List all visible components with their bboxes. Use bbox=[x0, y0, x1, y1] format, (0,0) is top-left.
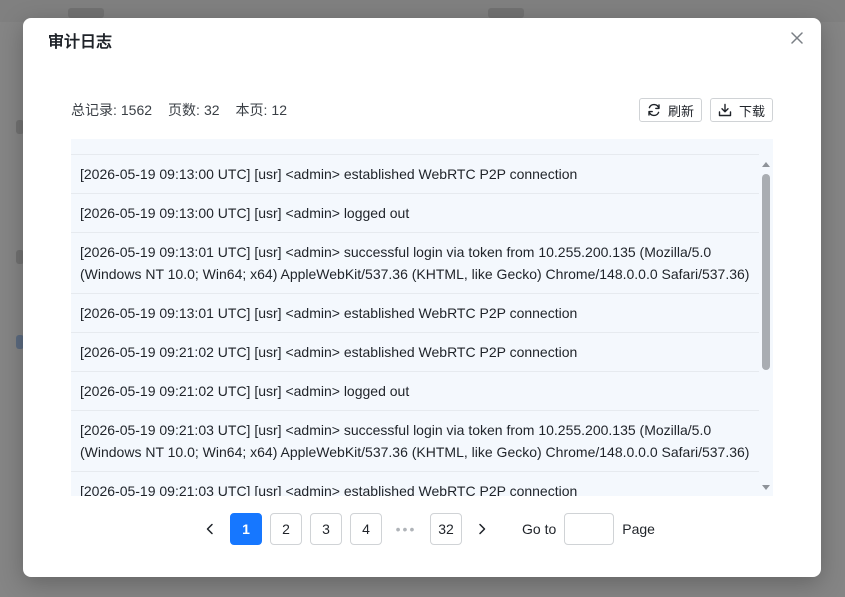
page-button-last[interactable]: 32 bbox=[430, 513, 462, 545]
close-button[interactable] bbox=[787, 28, 807, 48]
stat-current-label: 本页: bbox=[235, 102, 268, 118]
goto-page-input[interactable] bbox=[564, 513, 615, 545]
toolbar: 刷新 下载 bbox=[638, 98, 773, 122]
stat-total: 总记录: 1562 bbox=[71, 101, 152, 119]
stat-pages-label: 页数: bbox=[168, 102, 200, 118]
log-panel[interactable]: [2026-05-19 09:13:00 UTC] [usr] <admin> … bbox=[71, 139, 773, 496]
goto-page-suffix: Page bbox=[622, 521, 655, 537]
log-entry: [2026-05-19 09:13:01 UTC] [usr] <admin> … bbox=[71, 232, 759, 293]
log-entry: [2026-05-19 09:13:00 UTC] [usr] <admin> … bbox=[71, 193, 759, 232]
refresh-icon bbox=[648, 103, 660, 117]
refresh-label: 刷新 bbox=[667, 103, 694, 119]
download-button[interactable]: 下载 bbox=[709, 98, 773, 122]
stats-summary: 总记录: 1562 页数: 32 本页: 12 bbox=[71, 101, 287, 119]
pagination: 1 2 3 4 ••• 32 Go to Page bbox=[194, 513, 655, 545]
scroll-down-arrow-icon[interactable] bbox=[762, 485, 770, 490]
next-page-button[interactable] bbox=[466, 513, 498, 545]
stat-current-value: 12 bbox=[271, 102, 287, 118]
close-icon bbox=[791, 32, 803, 44]
stat-pages-value: 32 bbox=[203, 102, 220, 118]
prev-page-button[interactable] bbox=[194, 513, 226, 545]
log-entry: [2026-05-19 09:13:00 UTC] [usr] <admin> … bbox=[71, 154, 759, 193]
log-scrollbar[interactable] bbox=[759, 154, 773, 496]
goto-page: Go to Page bbox=[522, 513, 655, 545]
audit-log-dialog: 审计日志 总记录: 1562 页数: 32 本页: 12 刷新 下载 [2026… bbox=[23, 18, 821, 577]
stat-current: 本页: 12 bbox=[236, 101, 287, 119]
chevron-right-icon bbox=[479, 523, 486, 535]
scrollbar-thumb[interactable] bbox=[762, 174, 770, 370]
page-button-3[interactable]: 3 bbox=[310, 513, 342, 545]
refresh-button[interactable]: 刷新 bbox=[638, 98, 702, 122]
log-entry: [2026-05-19 09:13:01 UTC] [usr] <admin> … bbox=[71, 293, 759, 332]
chevron-left-icon bbox=[206, 523, 213, 535]
page-button-1[interactable]: 1 bbox=[230, 513, 262, 545]
log-entry: [2026-05-19 09:21:02 UTC] [usr] <admin> … bbox=[71, 332, 759, 371]
stat-total-label: 总记录: bbox=[71, 102, 117, 118]
log-entry: [2026-05-19 09:21:03 UTC] [usr] <admin> … bbox=[71, 471, 759, 496]
page-button-2[interactable]: 2 bbox=[270, 513, 302, 545]
download-label: 下载 bbox=[738, 103, 765, 119]
page-button-4[interactable]: 4 bbox=[350, 513, 382, 545]
stat-total-value: 1562 bbox=[120, 102, 153, 118]
goto-label: Go to bbox=[522, 521, 557, 537]
log-entry: [2026-05-19 09:21:02 UTC] [usr] <admin> … bbox=[71, 371, 759, 410]
dialog-title: 审计日志 bbox=[48, 34, 113, 51]
log-entry: [2026-05-19 09:21:03 UTC] [usr] <admin> … bbox=[71, 410, 759, 471]
log-list: [2026-05-19 09:13:00 UTC] [usr] <admin> … bbox=[71, 154, 759, 496]
download-icon bbox=[718, 103, 732, 117]
page-ellipsis[interactable]: ••• bbox=[390, 513, 422, 545]
scroll-up-arrow-icon[interactable] bbox=[762, 162, 770, 167]
stat-pages: 页数: 32 bbox=[168, 101, 219, 119]
